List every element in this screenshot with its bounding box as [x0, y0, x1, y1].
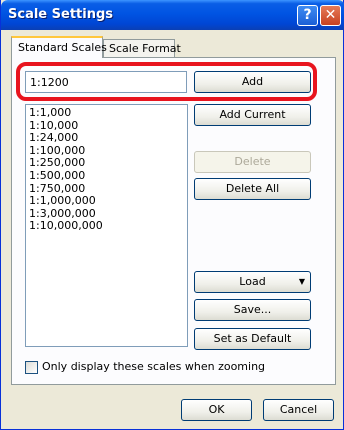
save-button[interactable]: Save... — [194, 299, 311, 321]
window-title: Scale Settings — [8, 7, 114, 22]
help-button[interactable]: ? — [297, 5, 318, 26]
add-current-button[interactable]: Add Current — [194, 104, 311, 126]
zoom-scales-checkbox[interactable] — [25, 361, 38, 374]
zoom-scales-checkbox-label[interactable]: Only display these scales when zooming — [42, 360, 265, 373]
scales-list[interactable]: 1:1,000 1:10,000 1:24,000 1:100,000 1:25… — [25, 104, 188, 347]
list-item[interactable]: 1:10,000,000 — [29, 220, 187, 233]
load-label: Load — [239, 275, 266, 288]
list-item[interactable]: 1:1,000 — [29, 106, 187, 120]
scale-settings-dialog: Scale Settings ? ✕ Standard Scales Scale… — [0, 0, 344, 430]
ok-button[interactable]: OK — [181, 399, 252, 421]
add-button[interactable]: Add — [194, 71, 311, 93]
list-item[interactable]: 1:24,000 — [29, 132, 187, 145]
delete-button[interactable]: Delete — [194, 151, 311, 173]
list-item[interactable]: 1:1,000,000 — [29, 195, 187, 208]
cancel-button[interactable]: Cancel — [263, 399, 334, 421]
dropdown-arrow-icon: ▼ — [298, 277, 305, 286]
tab-standard-scales[interactable]: Standard Scales — [11, 36, 107, 58]
set-as-default-button[interactable]: Set as Default — [194, 328, 311, 350]
close-icon: ✕ — [324, 7, 337, 23]
close-button[interactable]: ✕ — [320, 5, 341, 26]
delete-all-button[interactable]: Delete All — [194, 178, 311, 200]
title-bar[interactable]: Scale Settings ? ✕ — [1, 0, 344, 30]
tab-label: Scale Format — [109, 42, 181, 55]
scale-input[interactable] — [25, 71, 187, 93]
tab-label: Standard Scales — [18, 41, 107, 54]
tab-scale-format[interactable]: Scale Format — [103, 39, 181, 57]
load-button[interactable]: Load ▼ — [194, 271, 311, 293]
help-icon: ? — [303, 7, 312, 23]
list-item[interactable]: 1:500,000 — [29, 169, 187, 183]
